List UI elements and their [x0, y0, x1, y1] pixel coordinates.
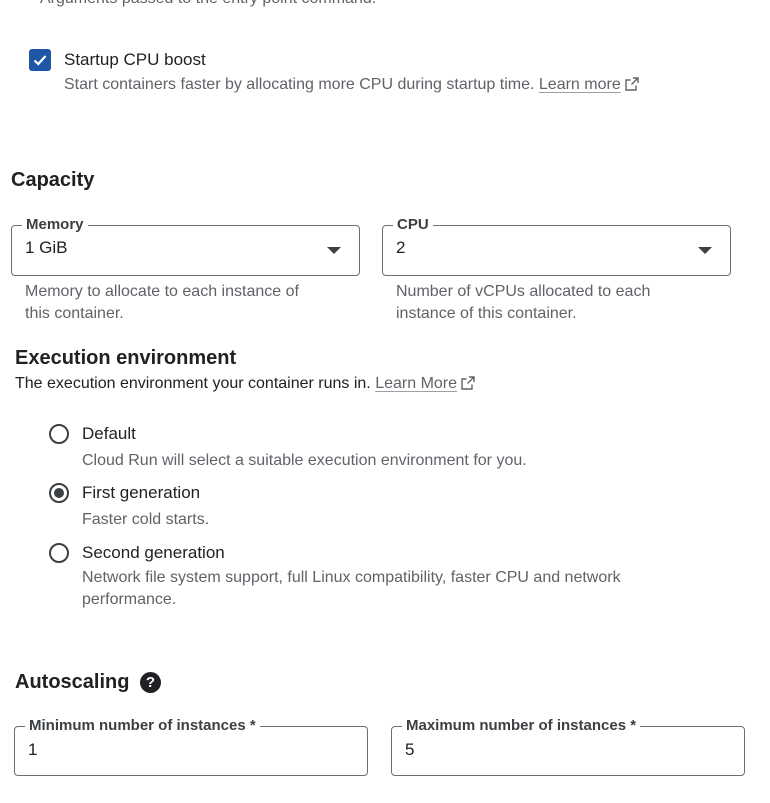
min-instances-field[interactable]: Minimum number of instances * — [14, 716, 368, 776]
memory-value: 1 GiB — [25, 238, 68, 257]
startup-cpu-boost-description: Start containers faster by allocating mo… — [64, 74, 639, 96]
external-link-icon — [625, 77, 639, 91]
memory-select[interactable]: Memory 1 GiB — [11, 215, 360, 276]
radio-default-label: Default — [82, 424, 136, 443]
cpu-select[interactable]: CPU 2 — [382, 215, 731, 276]
memory-hint: Memory to allocate to each instance of t… — [25, 281, 299, 325]
radio-first-generation-label: First generation — [82, 483, 201, 502]
startup-cpu-boost-checkbox[interactable] — [29, 49, 51, 71]
radio-selected-dot — [54, 488, 64, 498]
startup-cpu-boost-text: Start containers faster by allocating mo… — [64, 76, 535, 93]
help-icon[interactable]: ? — [140, 672, 161, 693]
max-instances-label: Maximum number of instances * — [402, 716, 641, 736]
memory-label: Memory — [22, 215, 88, 235]
radio-default-description: Cloud Run will select a suitable executi… — [82, 452, 527, 469]
radio-second-generation-label: Second generation — [82, 543, 225, 562]
capacity-heading: Capacity — [11, 169, 95, 191]
check-icon — [33, 55, 47, 66]
cpu-value: 2 — [396, 238, 406, 257]
startup-learn-more-link[interactable]: Learn more — [539, 76, 621, 93]
startup-cpu-boost-label: Startup CPU boost — [64, 50, 206, 69]
cpu-label: CPU — [393, 215, 433, 235]
execution-environment-description: The execution environment your container… — [15, 373, 475, 395]
max-instances-field[interactable]: Maximum number of instances * — [391, 716, 745, 776]
min-instances-label: Minimum number of instances * — [25, 716, 260, 736]
radio-default[interactable] — [49, 424, 69, 444]
second-gen-desc-line1: Network file system support, full Linux … — [82, 569, 621, 586]
chevron-down-icon — [698, 247, 712, 254]
cpu-hint-line1: Number of vCPUs allocated to each — [396, 283, 651, 300]
radio-first-generation[interactable] — [49, 483, 69, 503]
radio-first-generation-description: Faster cold starts. — [82, 511, 210, 528]
execution-environment-heading: Execution environment — [15, 347, 237, 369]
cpu-hint-line2: instance of this container. — [396, 305, 577, 322]
autoscaling-heading: Autoscaling — [15, 671, 130, 693]
radio-second-generation[interactable] — [49, 543, 69, 563]
execution-description-text: The execution environment your container… — [15, 375, 371, 392]
external-link-icon — [461, 376, 475, 390]
memory-hint-line1: Memory to allocate to each instance of — [25, 283, 299, 300]
radio-second-generation-description: Network file system support, full Linux … — [82, 567, 621, 611]
execution-learn-more-link[interactable]: Learn More — [375, 375, 457, 392]
memory-hint-line2: this container. — [25, 305, 124, 322]
max-instances-input[interactable] — [405, 740, 705, 760]
args-hint: Arguments passed to the entry point comm… — [40, 0, 376, 10]
min-instances-input[interactable] — [28, 740, 328, 760]
second-gen-desc-line2: performance. — [82, 591, 177, 608]
cpu-hint: Number of vCPUs allocated to each instan… — [396, 281, 650, 325]
chevron-down-icon — [327, 247, 341, 254]
